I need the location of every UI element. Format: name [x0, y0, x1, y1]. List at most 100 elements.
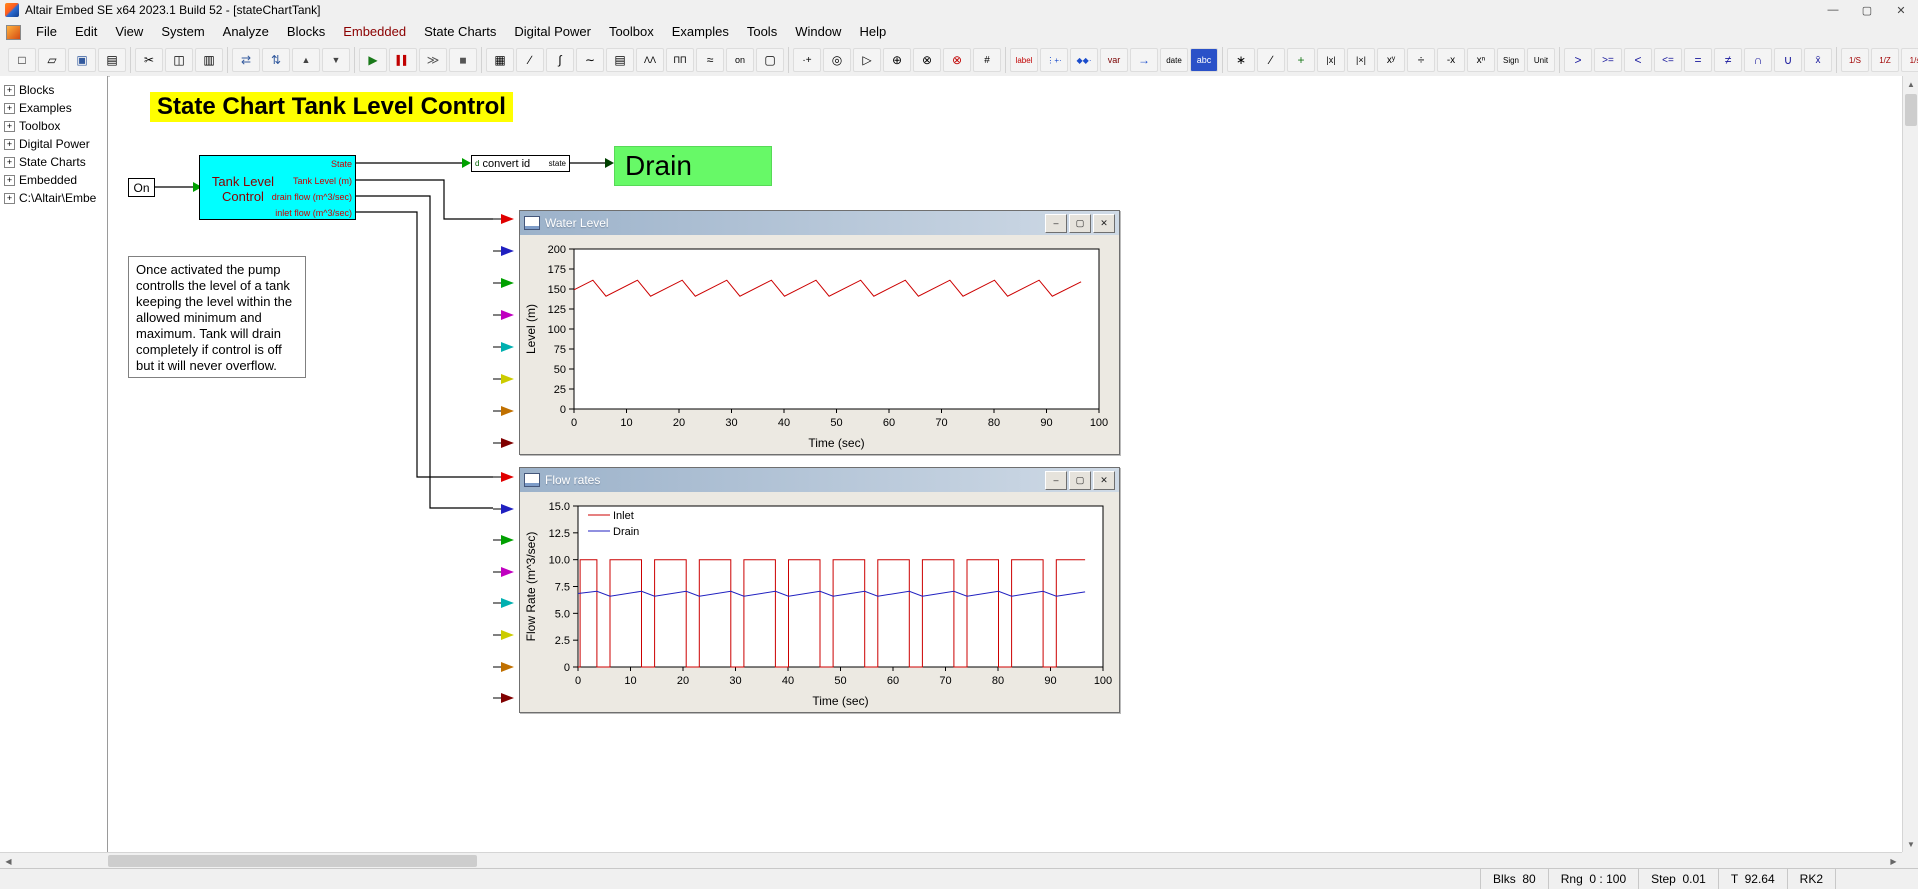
menu-edit[interactable]: Edit — [66, 20, 106, 44]
on-off-switch-icon[interactable]: on — [726, 48, 754, 72]
expand-icon[interactable]: + — [4, 157, 15, 168]
vector-pin-icon[interactable]: ◆◆· — [1070, 48, 1098, 72]
flip-vertical-icon[interactable]: ⇅ — [262, 48, 290, 72]
expand-icon[interactable]: + — [4, 85, 15, 96]
abs-op-icon[interactable]: |x| — [1317, 48, 1345, 72]
scope-block-icon[interactable]: ◎ — [823, 48, 851, 72]
sidebar-item-state-charts[interactable]: +State Charts — [0, 153, 107, 171]
string-constant-icon[interactable]: abc — [1190, 48, 1218, 72]
plot-block-icon[interactable]: ▤ — [606, 48, 634, 72]
plot-maximize-button[interactable]: ▢ — [1069, 471, 1091, 490]
unit-delay-1z-icon[interactable]: 1/Z — [1871, 48, 1899, 72]
expand-icon[interactable]: + — [4, 193, 15, 204]
plot-minimize-button[interactable]: – — [1045, 214, 1067, 233]
plot-input-pin[interactable] — [501, 246, 514, 256]
plot-input-pin[interactable] — [501, 535, 514, 545]
expand-icon[interactable]: + — [4, 175, 15, 186]
not-equal-icon[interactable]: ≠ — [1714, 48, 1742, 72]
continue-icon[interactable]: ≫ — [419, 48, 447, 72]
print-icon[interactable]: ▤ — [98, 48, 126, 72]
expand-icon[interactable]: + — [4, 103, 15, 114]
pow-op-icon[interactable]: xʸ — [1377, 48, 1405, 72]
menu-window[interactable]: Window — [786, 20, 850, 44]
plot-input-pin[interactable] — [501, 278, 514, 288]
scroll-down-icon[interactable]: ▼ — [1903, 836, 1918, 852]
ramp-block-icon[interactable]: ∕ — [516, 48, 544, 72]
move-down-icon[interactable]: ▼ — [322, 48, 350, 72]
pulse-train-block-icon[interactable]: ΠΠ — [666, 48, 694, 72]
plot-input-pin[interactable] — [501, 693, 514, 703]
menu-help[interactable]: Help — [850, 20, 895, 44]
menu-view[interactable]: View — [106, 20, 152, 44]
scroll-left-icon[interactable]: ◀ — [0, 853, 17, 869]
date-stamp-icon[interactable]: date — [1160, 48, 1188, 72]
diagram-title-label[interactable]: State Chart Tank Level Control — [150, 92, 513, 122]
stop-simulation-icon[interactable]: ⊗ — [943, 48, 971, 72]
integrator-block-icon[interactable]: ∫ — [546, 48, 574, 72]
multiply-op-icon[interactable]: ∗ — [1227, 48, 1255, 72]
wire-arrow-icon[interactable]: → — [1130, 48, 1158, 72]
plot-close-button[interactable]: ✕ — [1093, 214, 1115, 233]
drain-display-block[interactable]: Drain — [614, 146, 772, 186]
plot-input-pin[interactable] — [501, 406, 514, 416]
pause-icon[interactable]: ▌▌ — [389, 48, 417, 72]
flip-horizontal-icon[interactable]: ⇄ — [232, 48, 260, 72]
sign-op-icon[interactable]: Sign — [1497, 48, 1525, 72]
crossing-op-icon[interactable]: |×| — [1347, 48, 1375, 72]
plot-window-titlebar[interactable]: Flow rates – ▢ ✕ — [520, 468, 1119, 492]
scroll-up-icon[interactable]: ▲ — [1903, 76, 1918, 92]
plot-input-pin[interactable] — [501, 438, 514, 448]
convert-id-block[interactable]: d convert id state — [471, 155, 570, 172]
menu-digital-power[interactable]: Digital Power — [505, 20, 600, 44]
new-file-icon[interactable]: □ — [8, 48, 36, 72]
label-tool-icon[interactable]: label — [1010, 48, 1038, 72]
sidebar-item-toolbox[interactable]: +Toolbox — [0, 117, 107, 135]
sinusoid-block-icon[interactable]: ∼ — [576, 48, 604, 72]
plot-window-titlebar[interactable]: Water Level – ▢ ✕ — [520, 211, 1119, 235]
unit-conversion-icon[interactable]: Unit — [1527, 48, 1555, 72]
menu-tools[interactable]: Tools — [738, 20, 786, 44]
diagram-canvas[interactable]: State Chart Tank Level Control On Tank L… — [110, 76, 1902, 852]
transfer-function-block-icon[interactable]: ▦ — [486, 48, 514, 72]
and-op-icon[interactable]: ∩ — [1744, 48, 1772, 72]
menu-examples[interactable]: Examples — [663, 20, 738, 44]
not-op-icon[interactable]: x̄ — [1804, 48, 1832, 72]
menu-system[interactable]: System — [152, 20, 213, 44]
plot-input-pin[interactable] — [501, 504, 514, 514]
plot-input-pin[interactable] — [501, 472, 514, 482]
menu-blocks[interactable]: Blocks — [278, 20, 334, 44]
sidebar-item-embedded[interactable]: +Embedded — [0, 171, 107, 189]
menu-toolbox[interactable]: Toolbox — [600, 20, 663, 44]
add-op-icon[interactable]: + — [1287, 48, 1315, 72]
plot-close-button[interactable]: ✕ — [1093, 471, 1115, 490]
expand-icon[interactable]: + — [4, 139, 15, 150]
menu-state-charts[interactable]: State Charts — [415, 20, 505, 44]
multiply-block-icon[interactable]: ⊗ — [913, 48, 941, 72]
plot-input-pin[interactable] — [501, 567, 514, 577]
plot-window-flow-rates[interactable]: Flow rates – ▢ ✕ 01020304050607080901000… — [519, 467, 1120, 713]
paste-icon[interactable]: ▥ — [195, 48, 223, 72]
close-button[interactable]: ✕ — [1884, 0, 1918, 20]
div2-op-icon[interactable]: ÷ — [1407, 48, 1435, 72]
run-icon[interactable]: ▶ — [359, 48, 387, 72]
plot-input-pin[interactable] — [501, 214, 514, 224]
expand-icon[interactable]: + — [4, 121, 15, 132]
maximize-button[interactable]: ▢ — [1850, 0, 1884, 20]
greater-equal-icon[interactable]: >= — [1594, 48, 1622, 72]
vertical-scrollbar[interactable]: ▲ ▼ — [1902, 76, 1918, 852]
grid-icon[interactable]: # — [973, 48, 1001, 72]
gain-block-icon[interactable]: ▷ — [853, 48, 881, 72]
integrator-1s-icon[interactable]: 1/S — [1841, 48, 1869, 72]
vertical-scroll-thumb[interactable] — [1905, 94, 1917, 126]
on-constant-block[interactable]: On — [128, 178, 155, 197]
plot-input-pin[interactable] — [501, 374, 514, 384]
menu-embedded[interactable]: Embedded — [334, 20, 415, 44]
display-block-icon[interactable]: ▢ — [756, 48, 784, 72]
stop-icon[interactable]: ◼ — [449, 48, 477, 72]
square-wave-block-icon[interactable]: ≈ — [696, 48, 724, 72]
sidebar-item-c-altair-embe[interactable]: +C:\Altair\Embe — [0, 189, 107, 207]
tank-level-control-block[interactable]: Tank Level Control State Tank Level (m) … — [199, 155, 356, 220]
plot-input-pin[interactable] — [501, 630, 514, 640]
horizontal-scrollbar[interactable]: ◀ ▶ — [0, 852, 1902, 869]
greater-than-icon[interactable]: > — [1564, 48, 1592, 72]
